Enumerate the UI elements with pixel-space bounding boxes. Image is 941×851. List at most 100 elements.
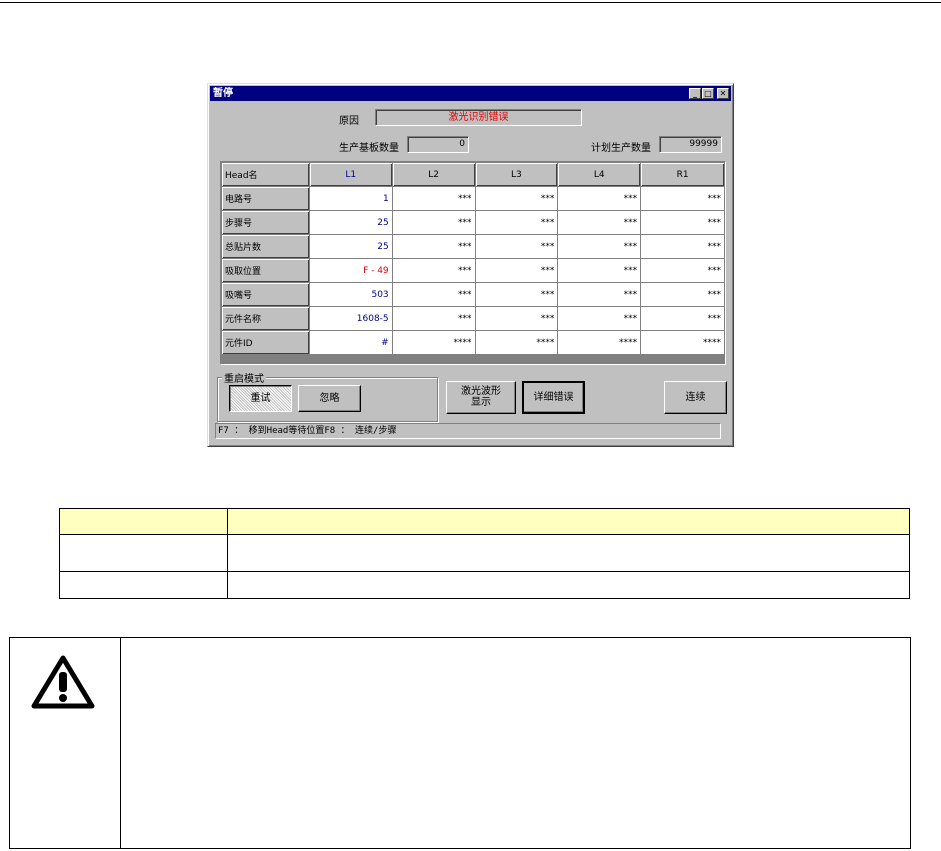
close-icon: ✕ — [719, 89, 727, 98]
table-cell: *** — [557, 306, 642, 331]
column-header-l3[interactable]: L3 — [474, 162, 559, 187]
reason-label: 原因 — [339, 116, 359, 127]
detail-error-button[interactable]: 详细错误 — [522, 381, 585, 414]
retry-label: 重试 — [250, 393, 271, 404]
row-header-nozzle-no: 吸嘴号 — [221, 282, 310, 307]
table-row: 步骤号 25 *** *** *** *** — [221, 210, 725, 235]
table-cell: *** — [557, 186, 642, 211]
produced-count-label: 生产基板数量 — [339, 143, 399, 154]
minimize-button[interactable]: _ — [689, 88, 701, 99]
table-cell: *** — [640, 210, 725, 235]
table-header-row — [59, 508, 910, 535]
table-cell: **** — [474, 330, 559, 355]
table-row: 元件名称 1608-5 *** *** *** *** — [221, 306, 725, 331]
table-cell: **** — [640, 330, 725, 355]
table-cell: *** — [640, 186, 725, 211]
pause-dialog: 暂停 _ □ ✕ 原因 激光识别错误 生产基板数量 0 计划生产数量 99999… — [207, 83, 734, 447]
table-cell: *** — [391, 234, 476, 259]
table-cell: 25 — [308, 210, 393, 235]
table-cell: *** — [391, 186, 476, 211]
row-header-circuit-no: 电路号 — [221, 186, 310, 211]
table-cell: 503 — [308, 282, 393, 307]
laser-waveform-label-2: 显示 — [471, 397, 491, 408]
table-cell: *** — [557, 258, 642, 283]
table-cell — [59, 571, 228, 599]
column-header-r1[interactable]: R1 — [640, 162, 725, 187]
table-cell: *** — [391, 282, 476, 307]
table-cell: 25 — [308, 234, 393, 259]
window-title: 暂停 — [213, 88, 233, 99]
table-cell: *** — [557, 234, 642, 259]
table-cell: *** — [391, 258, 476, 283]
planned-count-label: 计划生产数量 — [591, 143, 651, 154]
column-header-l1[interactable]: L1 — [308, 162, 393, 187]
planned-count-field: 99999 — [659, 136, 722, 153]
table-cell: *** — [474, 234, 559, 259]
table-cell: *** — [391, 306, 476, 331]
restart-mode-title: 重启模式 — [222, 370, 266, 385]
close-button[interactable]: ✕ — [717, 88, 729, 99]
table-cell: 1608-5 — [308, 306, 393, 331]
column-header-l4[interactable]: L4 — [557, 162, 642, 187]
title-bar: 暂停 _ □ ✕ — [210, 86, 731, 101]
produced-count-value: 0 — [459, 139, 465, 149]
description-table — [59, 508, 910, 599]
head-table: Head名 L1 L2 L3 L4 R1 电路号 1 *** *** *** *… — [221, 162, 725, 355]
table-cell: *** — [640, 282, 725, 307]
grid-corner-header: Head名 — [221, 162, 310, 187]
table-cell: *** — [557, 282, 642, 307]
table-row: 吸取位置 F - 49 *** *** *** *** — [221, 258, 725, 283]
table-row: 吸嘴号 503 *** *** *** *** — [221, 282, 725, 307]
detail-error-label: 详细错误 — [533, 392, 574, 403]
warning-icon — [31, 655, 95, 709]
table-cell — [59, 534, 228, 572]
ignore-label: 忽略 — [319, 393, 340, 404]
planned-count-value: 99999 — [689, 139, 718, 149]
table-cell: *** — [474, 306, 559, 331]
table-cell: # — [308, 330, 393, 355]
row-header-part-name: 元件名称 — [221, 306, 310, 331]
row-header-step-no: 步骤号 — [221, 210, 310, 235]
table-cell — [227, 534, 910, 572]
row-header-total-placements: 总贴片数 — [221, 234, 310, 259]
table-row — [59, 571, 910, 599]
table-cell: *** — [640, 258, 725, 283]
ignore-button[interactable]: 忽略 — [298, 385, 361, 412]
laser-waveform-label-1: 激光波形 — [461, 386, 501, 397]
reason-field: 激光识别错误 — [375, 109, 582, 126]
status-bar: F7 ： 移到Head等待位置F8 ： 连续/步骤 — [215, 423, 721, 439]
table-cell — [227, 571, 910, 599]
status-text: F7 ： 移到Head等待位置F8 ： 连续/步骤 — [218, 426, 397, 436]
table-header-cell — [59, 508, 228, 535]
table-header-cell — [227, 508, 910, 535]
produced-count-field: 0 — [407, 136, 469, 153]
caution-icon-cell — [10, 638, 121, 848]
table-cell: *** — [474, 210, 559, 235]
table-cell: *** — [640, 306, 725, 331]
table-row: 总贴片数 25 *** *** *** *** — [221, 234, 725, 259]
maximize-icon: □ — [704, 89, 712, 98]
caution-box — [9, 637, 911, 849]
table-cell: **** — [557, 330, 642, 355]
table-cell: *** — [640, 234, 725, 259]
row-header-pick-position: 吸取位置 — [221, 258, 310, 283]
table-row — [59, 534, 910, 572]
table-cell: F - 49 — [308, 258, 393, 283]
laser-waveform-button[interactable]: 激光波形 显示 — [446, 381, 516, 414]
table-cell: *** — [474, 258, 559, 283]
table-cell: *** — [391, 210, 476, 235]
retry-button[interactable]: 重试 — [229, 385, 292, 412]
table-row: 元件ID # **** **** **** **** — [221, 330, 725, 355]
maximize-button[interactable]: □ — [702, 88, 714, 99]
table-cell: *** — [474, 282, 559, 307]
minimize-icon: _ — [693, 89, 697, 98]
continue-button[interactable]: 连续 — [664, 381, 727, 414]
column-header-l2[interactable]: L2 — [391, 162, 476, 187]
table-cell: *** — [474, 186, 559, 211]
table-cell: **** — [391, 330, 476, 355]
head-grid: Head名 L1 L2 L3 L4 R1 电路号 1 *** *** *** *… — [220, 161, 726, 365]
reason-value: 激光识别错误 — [448, 112, 509, 123]
row-header-part-id: 元件ID — [221, 330, 310, 355]
table-cell: *** — [557, 210, 642, 235]
page-top-rule — [0, 2, 941, 3]
